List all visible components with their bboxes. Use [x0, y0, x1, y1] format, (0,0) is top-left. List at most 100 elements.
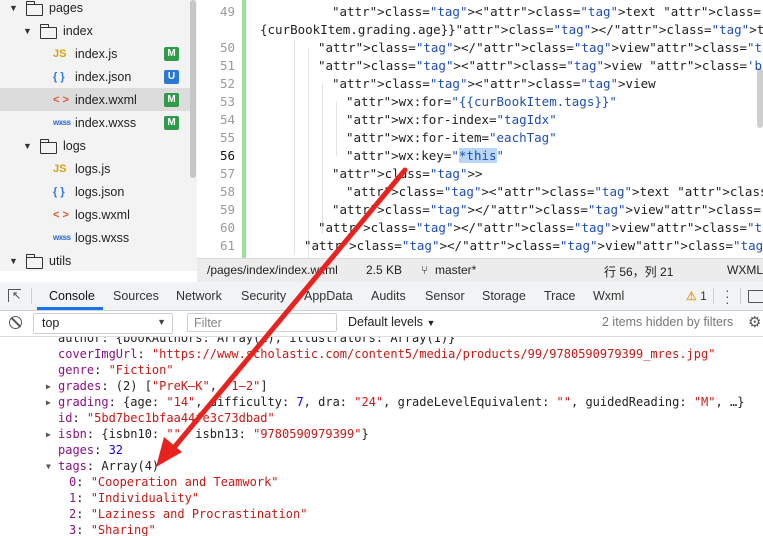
tree-file-label: index.js: [75, 46, 118, 61]
code-line[interactable]: {curBookItem.grading.age}}"attr">class="…: [260, 22, 763, 37]
console-token: : {isbn10:: [86, 427, 167, 441]
console-token: "14": [166, 395, 196, 409]
chevron-down-icon[interactable]: ▼: [9, 3, 18, 13]
console-property[interactable]: genre: "Fiction": [58, 362, 174, 378]
filter-input[interactable]: [187, 313, 337, 332]
tree-folder[interactable]: ▼ utils: [0, 249, 190, 271]
console-property[interactable]: 2: "Laziness and Procrastination": [69, 506, 307, 522]
code-line[interactable]: "attr">class="tag"></"attr">class="tag">…: [332, 202, 763, 217]
clear-console-icon[interactable]: [9, 316, 22, 329]
context-value: top: [42, 316, 60, 330]
console-token: :: [76, 475, 91, 489]
inspect-element-icon[interactable]: [8, 289, 21, 302]
code-line[interactable]: "attr">class="tag"><"attr">class="tag">t…: [346, 184, 763, 199]
line-number: 50: [219, 40, 235, 55]
file-path: /pages/index/index.wxml: [207, 263, 338, 277]
console-property[interactable]: grades: (2) ["PreK–K", "1–2"]: [58, 378, 268, 394]
console-property[interactable]: tags: Array(4): [58, 458, 159, 474]
language-mode[interactable]: WXML: [727, 263, 763, 277]
status-bar: /pages/index/index.wxml 2.5 KB ⑂ master*…: [197, 258, 763, 282]
chevron-down-icon[interactable]: ▼: [9, 256, 18, 266]
console-token: 7: [296, 395, 304, 409]
tab-wxml[interactable]: Wxml: [593, 289, 624, 303]
tree-scrollbar[interactable]: [190, 0, 196, 178]
tab-console[interactable]: Console: [49, 289, 95, 303]
tab-sensor[interactable]: Sensor: [425, 289, 465, 303]
dock-side-icon[interactable]: [748, 290, 763, 303]
code-line[interactable]: "attr">class="tag"><"attr">class="tag">t…: [332, 4, 763, 19]
console-property[interactable]: grading: {age: "14", difficulty: 7, dra:…: [58, 394, 744, 410]
console-property[interactable]: coverImgUrl: "https://www.scholastic.com…: [58, 346, 715, 362]
console-property[interactable]: pages: 32: [58, 442, 123, 458]
tree-file[interactable]: { } index.json U: [0, 65, 190, 88]
console-property[interactable]: 1: "Individuality": [69, 490, 199, 506]
tree-file[interactable]: JS logs.js: [0, 157, 190, 180]
context-selector[interactable]: top ▼: [33, 313, 173, 334]
console-token: id: [58, 411, 73, 425]
git-branch[interactable]: master*: [435, 263, 476, 277]
code-line[interactable]: "attr">class="tag"></"attr">class="tag">…: [304, 238, 763, 253]
console-token: "Cooperation and Teamwork": [90, 475, 279, 489]
expand-arrow-icon[interactable]: ▶: [46, 398, 51, 407]
tree-folder[interactable]: ▼ index: [0, 19, 190, 42]
tab-network[interactable]: Network: [176, 289, 222, 303]
console-property[interactable]: isbn: {isbn10: "", isbn13: "978059097939…: [58, 426, 369, 442]
code-line[interactable]: "attr">wx:for-item="eachTag": [346, 130, 557, 145]
log-levels-dropdown[interactable]: Default levels ▼: [348, 315, 435, 329]
tree-file[interactable]: JS index.js M: [0, 42, 190, 65]
expand-arrow-icon[interactable]: ▶: [46, 430, 51, 439]
code-line[interactable]: "attr">wx:for="{{curBookItem.tags}}": [346, 94, 617, 109]
console-property[interactable]: author: {bookAuthors: Array(1), illustra…: [58, 337, 455, 346]
tree-file[interactable]: wxss logs.wxss: [0, 226, 190, 249]
more-options-icon[interactable]: · · ·: [725, 283, 730, 309]
console-property[interactable]: id: "5bd7bec1bfaa44fe3c73dbad": [58, 410, 275, 426]
code-line[interactable]: "attr">class="tag"><"attr">class="tag">v…: [318, 58, 763, 73]
line-number: 49: [219, 4, 235, 19]
collapse-arrow-icon[interactable]: ▼: [46, 462, 51, 471]
console-token: :: [94, 363, 109, 377]
expand-arrow-icon[interactable]: ▶: [46, 382, 51, 391]
gear-icon[interactable]: ⚙: [748, 313, 761, 331]
chevron-down-icon: ▼: [426, 318, 436, 328]
tab-storage[interactable]: Storage: [482, 289, 526, 303]
code-line[interactable]: "attr">class="tag"></"attr">class="tag">…: [318, 40, 763, 55]
tree-file[interactable]: < > index.wxml M: [0, 88, 190, 111]
console-toolbar: top ▼ Default levels ▼ 2 items hidden by…: [0, 311, 763, 337]
hidden-items-info: 2 items hidden by filters: [602, 315, 734, 329]
code-line[interactable]: "attr">wx:key="*this": [346, 148, 504, 163]
warning-counter[interactable]: ⚠ 1: [686, 289, 707, 303]
tab-sources[interactable]: Sources: [113, 289, 159, 303]
wxml-file-icon: < >: [53, 93, 69, 106]
js-file-icon: JS: [53, 47, 67, 60]
file-tree: ▼ pages ▼ index JS index.js M { } index.json U < >…: [0, 0, 197, 271]
console-token: "": [166, 427, 181, 441]
console-property[interactable]: 0: "Cooperation and Teamwork": [69, 474, 279, 490]
tree-file[interactable]: { } logs.json: [0, 180, 190, 203]
tree-folder[interactable]: ▼ logs: [0, 134, 190, 157]
git-status-badge: M: [164, 115, 179, 130]
chevron-down-icon[interactable]: ▼: [23, 141, 32, 151]
code-line[interactable]: "attr">class="tag">>: [332, 166, 483, 181]
tab-security[interactable]: Security: [241, 289, 286, 303]
tab-appdata[interactable]: AppData: [304, 289, 353, 303]
console-token: "Fiction": [108, 363, 174, 377]
tree-folder-label: utils: [49, 253, 72, 268]
console-token: , isbn13:: [180, 427, 254, 441]
tree-folder[interactable]: ▼ pages: [0, 0, 190, 19]
console-property[interactable]: 3: "Sharing": [69, 522, 156, 536]
code-line[interactable]: "attr">wx:for-index="tagIdx": [346, 112, 557, 127]
indent-guide: [336, 102, 337, 156]
console-output: author: {bookAuthors: Array(1), illustra…: [0, 337, 763, 536]
tab-audits[interactable]: Audits: [371, 289, 406, 303]
code-editor[interactable]: 49 "attr">class="tag"><"attr">class="tag"…: [197, 0, 763, 258]
chevron-down-icon[interactable]: ▼: [23, 26, 32, 36]
tree-file[interactable]: < > logs.wxml: [0, 203, 190, 226]
code-line[interactable]: "attr">class="tag"><"attr">class="tag">v…: [332, 76, 656, 91]
tree-file[interactable]: wxss index.wxss M: [0, 111, 190, 134]
wxml-file-icon: < >: [53, 208, 69, 221]
tab-trace[interactable]: Trace: [544, 289, 576, 303]
cursor-position[interactable]: 行 56，列 21: [604, 263, 673, 280]
code-line[interactable]: "attr">class="tag"></"attr">class="tag">…: [318, 220, 763, 235]
editor-scrollbar[interactable]: [757, 68, 763, 128]
console-token: :: [76, 491, 91, 505]
